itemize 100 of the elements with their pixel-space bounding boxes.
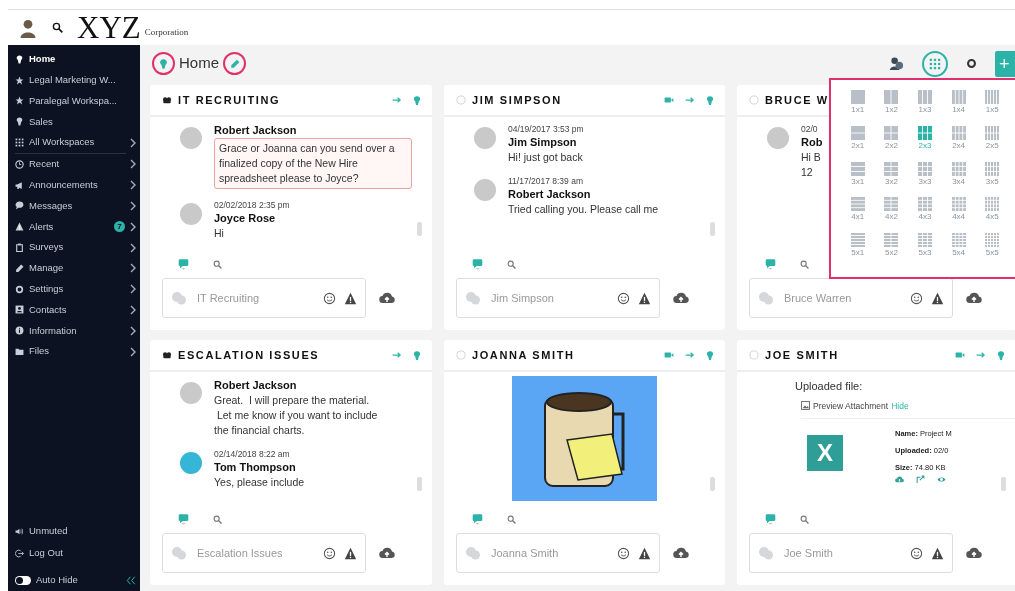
layout-option[interactable]: 1x5 — [975, 90, 1009, 126]
message-input[interactable]: Joanna Smith — [489, 543, 609, 563]
message-field[interactable]: Bruce Warren — [749, 278, 953, 318]
sidebar-item[interactable]: Unmuted — [8, 520, 140, 543]
sidebar-item[interactable]: Recent — [8, 154, 140, 175]
sidebar-item[interactable]: All Workspaces — [8, 132, 140, 153]
layout-option[interactable]: 2x2 — [874, 125, 909, 162]
sidebar-item[interactable]: Manage — [8, 257, 140, 279]
video-camera-icon[interactable] — [663, 350, 675, 360]
message-field[interactable]: Joanna Smith — [456, 533, 660, 573]
chat-icon[interactable] — [765, 513, 776, 525]
chat-icon[interactable] — [765, 258, 776, 270]
layout-option[interactable]: 5x5 — [975, 233, 1009, 269]
share-icon[interactable] — [916, 475, 925, 485]
layout-option[interactable]: 5x1 — [841, 233, 875, 269]
message-field[interactable]: IT Recruiting — [162, 278, 366, 318]
download-icon[interactable] — [895, 475, 904, 485]
layout-option[interactable]: 1x1 — [841, 90, 875, 126]
sidebar-item[interactable]: Legal Marketing W... — [8, 69, 140, 91]
chat-icon[interactable] — [178, 513, 189, 525]
emoji-icon[interactable] — [910, 546, 923, 560]
emoji-icon[interactable] — [323, 291, 336, 305]
toggle-switch[interactable] — [15, 576, 31, 586]
arrow-right-icon[interactable] — [392, 95, 402, 105]
sidebar-item[interactable]: Surveys — [8, 237, 140, 258]
emoji-icon[interactable] — [617, 546, 630, 560]
pin-icon[interactable] — [412, 349, 422, 361]
layout-option[interactable]: 3x4 — [941, 161, 976, 198]
message-field[interactable]: Escalation Issues — [162, 533, 366, 573]
warning-icon[interactable] — [344, 546, 357, 560]
search-icon[interactable] — [52, 22, 63, 33]
arrow-right-icon[interactable] — [685, 350, 695, 360]
emoji-icon[interactable] — [910, 291, 923, 305]
layout-option[interactable]: 2x3 — [908, 125, 942, 162]
pin-icon[interactable] — [158, 57, 169, 70]
sidebar-item[interactable]: Contacts — [8, 299, 140, 321]
chat-icon[interactable] — [472, 513, 483, 525]
pin-icon[interactable] — [996, 349, 1006, 361]
eye-icon[interactable] — [937, 475, 946, 485]
add-button[interactable]: + — [995, 50, 1015, 77]
layout-option[interactable]: 5x3 — [908, 233, 942, 269]
arrow-right-icon[interactable] — [976, 350, 986, 360]
collapse-icon[interactable] — [126, 575, 136, 587]
layout-option[interactable]: 3x2 — [874, 161, 909, 198]
sidebar-item[interactable]: Information — [8, 320, 140, 342]
chat-icon[interactable] — [472, 258, 483, 270]
warning-icon[interactable] — [931, 546, 944, 560]
emoji-icon[interactable] — [617, 291, 630, 305]
preview-link[interactable]: Preview Attachment — [813, 399, 889, 413]
message-input[interactable]: Bruce Warren — [782, 288, 902, 308]
warning-icon[interactable] — [638, 291, 651, 305]
layout-option[interactable]: 4x4 — [941, 197, 976, 234]
message-field[interactable]: Jim Simpson — [456, 278, 660, 318]
message-input[interactable]: Escalation Issues — [195, 543, 315, 563]
sidebar-item[interactable]: Messages — [8, 195, 140, 217]
warning-icon[interactable] — [638, 546, 651, 560]
layout-option[interactable]: 4x1 — [841, 197, 875, 234]
message-input[interactable]: Jim Simpson — [489, 288, 609, 308]
message-input[interactable]: IT Recruiting — [195, 288, 315, 308]
sidebar-item[interactable]: Home — [8, 49, 140, 70]
pin-icon[interactable] — [412, 94, 422, 106]
layout-option[interactable]: 5x4 — [941, 233, 976, 269]
settings-icon[interactable] — [966, 58, 977, 69]
warning-icon[interactable] — [931, 291, 944, 305]
scrollbar[interactable] — [710, 477, 715, 491]
cloud-upload-icon[interactable] — [965, 290, 983, 306]
arrow-right-icon[interactable] — [392, 350, 402, 360]
arrow-right-icon[interactable] — [685, 95, 695, 105]
layout-option[interactable]: 4x5 — [975, 197, 1009, 234]
sidebar-item[interactable]: Log Out — [8, 542, 140, 565]
chat-icon[interactable] — [178, 258, 189, 270]
cloud-upload-icon[interactable] — [378, 545, 396, 561]
sidebar-item[interactable]: Alerts 7 — [8, 216, 140, 238]
layout-option[interactable]: 2x1 — [841, 125, 875, 162]
layout-option[interactable]: 3x3 — [908, 161, 942, 198]
cloud-upload-icon[interactable] — [672, 545, 690, 561]
cloud-upload-icon[interactable] — [378, 290, 396, 306]
pencil-icon[interactable] — [229, 58, 240, 69]
layout-option[interactable]: 1x4 — [941, 90, 976, 126]
scrollbar[interactable] — [417, 222, 422, 236]
video-camera-icon[interactable] — [954, 350, 966, 360]
sidebar-item[interactable]: Files — [8, 341, 140, 362]
layout-option[interactable]: 3x5 — [975, 161, 1009, 198]
message-field[interactable]: Joe Smith — [749, 533, 953, 573]
emoji-icon[interactable] — [323, 546, 336, 560]
layout-option[interactable]: 1x3 — [908, 90, 942, 126]
company-logo[interactable]: XYZ — [77, 12, 141, 43]
sidebar-item[interactable]: Announcements — [8, 174, 140, 196]
scrollbar[interactable] — [417, 477, 422, 491]
layout-option[interactable]: 5x2 — [874, 233, 909, 269]
video-camera-icon[interactable] — [663, 95, 675, 105]
sidebar-item[interactable]: Settings — [8, 278, 140, 300]
layout-option[interactable]: 2x4 — [941, 125, 976, 162]
pin-icon[interactable] — [705, 94, 715, 106]
message-input[interactable]: Joe Smith — [782, 543, 902, 563]
layout-option[interactable]: 1x2 — [874, 90, 909, 126]
sidebar-item[interactable]: Paralegal Workspa... — [8, 90, 140, 112]
cloud-upload-icon[interactable] — [965, 545, 983, 561]
scrollbar[interactable] — [1001, 477, 1006, 491]
scrollbar[interactable] — [710, 222, 715, 236]
